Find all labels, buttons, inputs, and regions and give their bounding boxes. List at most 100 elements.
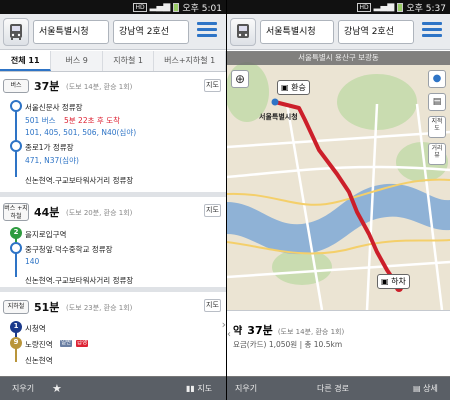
subway-line-icon: 9 bbox=[10, 337, 22, 349]
menu-icon[interactable] bbox=[422, 22, 442, 42]
bus-icon: ▣ bbox=[281, 83, 289, 92]
stop-name: 신논현역.구교보타워사거리 정류장 bbox=[25, 176, 134, 185]
search-header: 서울특별시청 강남역 2호선 bbox=[0, 14, 226, 50]
map-button[interactable]: 지도 bbox=[204, 299, 221, 312]
stop-name: 중구청앞.덕수중학교 정류장 bbox=[25, 245, 113, 254]
bottom-toolbar: 지우기 ★ ▮▮ 지도 bbox=[0, 376, 226, 400]
signal-icon: ▂▄▆ bbox=[149, 2, 171, 12]
route-detail: (도보 20분, 환승 1회) bbox=[66, 209, 133, 217]
clear-button[interactable]: 지우기 bbox=[12, 377, 34, 400]
stop-dot bbox=[10, 100, 22, 112]
route-map-screen: HD ▂▄▆ 오후 5:37 서울특별시청 강남역 2호선 서울특별시 용산구 … bbox=[227, 0, 450, 400]
route-type-badge: 버스 bbox=[3, 79, 29, 93]
route-type-badge: 버스 +지하철 bbox=[3, 203, 29, 221]
transport-mode-button[interactable] bbox=[3, 18, 29, 46]
signal-icon: ▂▄▆ bbox=[373, 2, 395, 12]
route-detail: (도보 23분, 환승 1회) bbox=[66, 304, 133, 312]
stop-dot bbox=[10, 140, 22, 152]
summary-prefix: 약 bbox=[233, 326, 243, 337]
route-duration: 44분 bbox=[34, 206, 60, 219]
tab-bus[interactable]: 버스 9 bbox=[51, 51, 103, 71]
alight-marker[interactable]: ▣ 하차 bbox=[377, 274, 410, 289]
status-time: 오후 5:01 bbox=[182, 3, 222, 14]
route-list-screen: HD ▂▄▆ 오후 5:01 서울특별시청 강남역 2호선 전체 11 버스 9… bbox=[0, 0, 226, 400]
layers-icon[interactable]: ▤ bbox=[428, 93, 446, 111]
bus-icon bbox=[237, 24, 249, 38]
summary-duration: 37분 bbox=[247, 324, 273, 337]
transport-mode-button[interactable] bbox=[230, 18, 256, 46]
stop-name: 신논현역.구교보타워사거리 정류장 bbox=[25, 276, 134, 285]
hd-icon: HD bbox=[357, 2, 371, 12]
tab-subway[interactable]: 지하철 1 bbox=[103, 51, 155, 71]
route-card[interactable]: 버스 37분 (도보 14분, 환승 1회) 지도 서울신문사 정류장 501 … bbox=[0, 73, 226, 197]
tab-all[interactable]: 전체 11 bbox=[0, 51, 52, 71]
fare-distance: 요금(카드) 1,050원 | 총 10.5km bbox=[233, 340, 343, 349]
arrival-time: 5분 22초 후 도착 bbox=[64, 116, 120, 125]
route-duration: 51분 bbox=[34, 301, 60, 314]
map-icon: ▮▮ bbox=[186, 384, 195, 393]
map-view[interactable] bbox=[227, 52, 450, 310]
compass-icon[interactable]: ● bbox=[428, 70, 446, 88]
street-view-button[interactable]: 거리뷰 bbox=[428, 143, 446, 165]
destination-input[interactable]: 강남역 2호선 bbox=[338, 20, 414, 44]
destination-input[interactable]: 강남역 2호선 bbox=[113, 20, 189, 44]
tab-bus-subway[interactable]: 버스+지하철 1 bbox=[154, 51, 226, 71]
stop-name: 노량진역 bbox=[25, 340, 53, 349]
battery-icon bbox=[397, 2, 404, 12]
bus-number: 501 버스 bbox=[25, 116, 56, 125]
map-view-label: 지도 bbox=[197, 384, 213, 393]
bottom-toolbar: 지우기 다른 경로 ▤ 상세 bbox=[227, 376, 450, 400]
status-time: 오후 5:37 bbox=[406, 3, 446, 14]
normal-train-badge: 일반 bbox=[60, 340, 73, 347]
route-card[interactable]: 지하철 51분 (도보 23분, 환승 1회) 지도 1 시청역 9 노량진역 … bbox=[0, 292, 226, 376]
route-summary-panel: 약 37분 (도보 14분, 환승 1회) 요금(카드) 1,050원 | 총 … bbox=[227, 310, 450, 376]
origin-input[interactable]: 서울특별시청 bbox=[33, 20, 109, 44]
bus-icon bbox=[10, 24, 22, 40]
status-bar: HD ▂▄▆ 오후 5:01 bbox=[0, 0, 226, 14]
subway-line-icon: 2 bbox=[10, 227, 22, 239]
summary-detail: (도보 14분, 환승 1회) bbox=[277, 328, 345, 336]
express-train-badge: 급행 bbox=[76, 340, 89, 347]
origin-point bbox=[271, 98, 279, 106]
chevron-left-icon[interactable]: ‹ bbox=[227, 329, 231, 340]
map-button[interactable]: 지도 bbox=[204, 79, 221, 92]
bus-list: 471, N37(심야) bbox=[25, 156, 79, 165]
bus-list: 101, 405, 501, 506, N40(심야) bbox=[25, 128, 137, 137]
battery-icon bbox=[173, 2, 180, 12]
stop-name: 을지로입구역 bbox=[25, 230, 67, 239]
bus-line bbox=[15, 253, 17, 277]
menu-icon[interactable] bbox=[197, 22, 217, 42]
map-view-button[interactable]: ▮▮ 지도 bbox=[186, 377, 212, 400]
other-route-button[interactable]: 다른 경로 bbox=[317, 377, 349, 400]
chevron-right-icon[interactable]: › bbox=[222, 318, 226, 331]
alight-marker-label: 하차 bbox=[391, 277, 406, 286]
detail-label: 상세 bbox=[423, 384, 438, 393]
detail-button[interactable]: ▤ 상세 bbox=[413, 377, 438, 400]
locate-me-icon[interactable]: ⊕ bbox=[231, 70, 249, 88]
route-detail: (도보 14분, 환승 1회) bbox=[66, 83, 133, 91]
cityhall-map-label: 서울특별시청 bbox=[259, 113, 298, 121]
bus-icon: ▣ bbox=[381, 277, 389, 286]
status-bar: HD ▂▄▆ 오후 5:37 bbox=[227, 0, 450, 14]
hd-icon: HD bbox=[133, 2, 147, 12]
map-button[interactable]: 지도 bbox=[204, 204, 221, 217]
stop-name: 서울신문사 정류장 bbox=[25, 103, 83, 112]
transfer-marker[interactable]: ▣ 환승 bbox=[277, 80, 310, 95]
bus-list: 140 bbox=[25, 257, 40, 266]
route-type-badge: 지하철 bbox=[3, 300, 29, 314]
stop-name: 종로1가 정류장 bbox=[25, 143, 74, 152]
route-duration: 37분 bbox=[34, 80, 60, 93]
stop-name: 신논현역 bbox=[25, 356, 53, 365]
park-area bbox=[272, 249, 332, 285]
favorite-star-icon[interactable]: ★ bbox=[52, 377, 62, 400]
map-canvas bbox=[227, 52, 450, 310]
cadastral-map-button[interactable]: 지적도 bbox=[428, 116, 446, 138]
route-card[interactable]: 버스 +지하철 44분 (도보 20분, 환승 1회) 지도 2 을지로입구역 … bbox=[0, 197, 226, 292]
list-icon: ▤ bbox=[413, 384, 421, 393]
route-type-tabs: 전체 11 버스 9 지하철 1 버스+지하철 1 bbox=[0, 51, 226, 72]
clear-button[interactable]: 지우기 bbox=[235, 377, 257, 400]
map-location-title: 서울특별시 용산구 보광동 bbox=[227, 51, 450, 65]
origin-input[interactable]: 서울특별시청 bbox=[260, 20, 334, 44]
route-line bbox=[15, 101, 17, 177]
subway-line-icon: 1 bbox=[10, 321, 22, 333]
